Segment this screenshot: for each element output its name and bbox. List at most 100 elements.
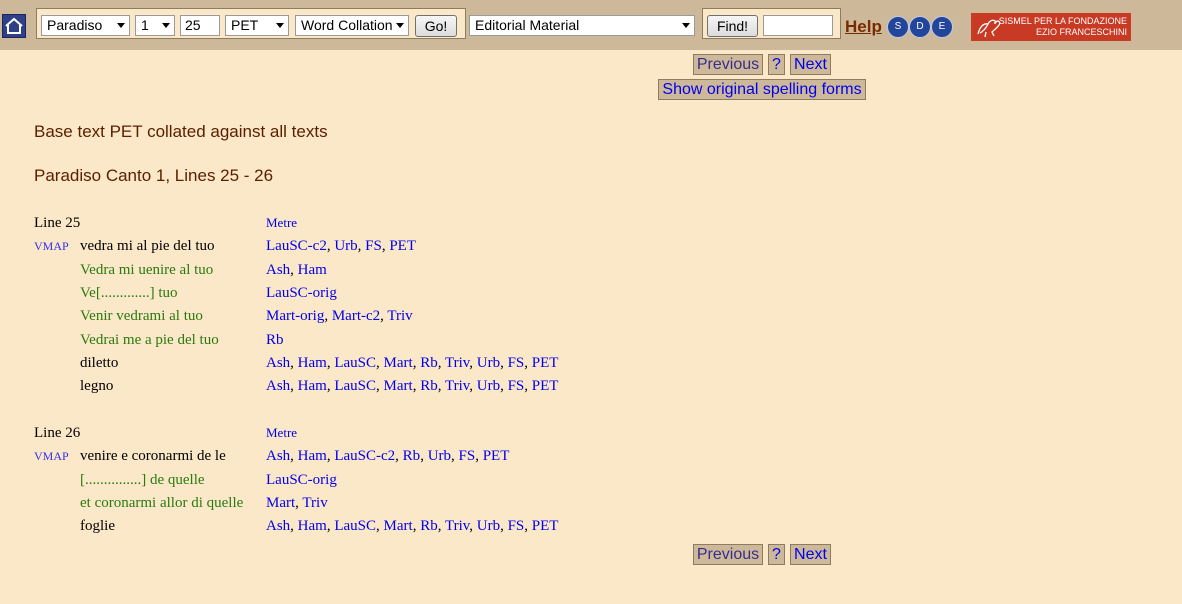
witness-separator: , <box>324 308 332 325</box>
witness-link[interactable]: LauSC <box>334 378 376 394</box>
witness-link[interactable]: Rb <box>420 518 438 534</box>
witness-link[interactable]: PET <box>483 448 510 464</box>
witness-link[interactable]: Rb <box>420 378 438 394</box>
witness-list: LauSC-orig <box>266 469 337 491</box>
canto-select[interactable]: 1 <box>135 15 175 36</box>
witness-link[interactable]: FS <box>459 448 476 464</box>
witness-separator: , <box>524 354 532 371</box>
witness-link[interactable]: Rb <box>420 355 438 371</box>
witness-separator: , <box>376 378 384 395</box>
witness-separator: , <box>437 518 445 535</box>
witness-link[interactable]: Ham <box>298 378 327 394</box>
witness-link[interactable]: FS <box>508 355 525 371</box>
vmap-link[interactable]: VMAP <box>34 445 69 467</box>
logo-text-line-2: EZIO FRANCESCHINI <box>1035 27 1127 37</box>
help-question-button-top[interactable]: ? <box>768 54 785 75</box>
witness-link[interactable]: Triv <box>302 495 327 511</box>
chevron-down-icon <box>276 23 284 28</box>
witness-link[interactable]: Mart-orig <box>266 308 324 324</box>
witness-link[interactable]: Urb <box>334 238 357 254</box>
witness-link[interactable]: PET <box>532 518 559 534</box>
witness-link[interactable]: Urb <box>477 378 500 394</box>
sde-e-button[interactable]: E <box>931 16 953 38</box>
base-text-select[interactable]: PET <box>225 15 289 36</box>
witness-link[interactable]: Ash <box>266 378 290 394</box>
witness-link[interactable]: Ash <box>266 262 290 278</box>
witness-link[interactable]: Ash <box>266 448 290 464</box>
witness-link[interactable]: LauSC-c2 <box>266 238 327 254</box>
show-original-spelling-button[interactable]: Show original spelling forms <box>658 79 866 100</box>
witness-separator: , <box>290 261 298 278</box>
witness-separator: , <box>500 518 508 535</box>
witness-separator: , <box>500 378 508 395</box>
witness-link[interactable]: Triv <box>445 518 469 534</box>
go-button[interactable]: Go! <box>415 15 457 37</box>
witness-link[interactable]: LauSC <box>334 355 376 371</box>
canto-select-value: 1 <box>141 17 149 33</box>
witness-link[interactable]: LauSC-c2 <box>334 448 395 464</box>
witness-list: Mart, Triv <box>266 492 328 514</box>
witness-link[interactable]: PET <box>532 378 559 394</box>
witness-link[interactable]: Urb <box>477 518 500 534</box>
witness-link[interactable]: Ash <box>266 518 290 534</box>
witness-link[interactable]: Mart-c2 <box>332 308 380 324</box>
logo-text-line-1: SISMEL PER LA FONDAZIONE <box>998 16 1127 26</box>
metre-link[interactable]: Metre <box>266 212 297 234</box>
witness-link[interactable]: Triv <box>445 355 469 371</box>
metre-link[interactable]: Metre <box>266 422 297 444</box>
line-label: Line 25 <box>34 215 81 231</box>
witness-link[interactable]: Urb <box>477 355 500 371</box>
witness-link[interactable]: LauSC-orig <box>266 285 337 301</box>
previous-button-bottom[interactable]: Previous <box>693 544 763 565</box>
chevron-down-icon <box>396 23 404 28</box>
witness-link[interactable]: PET <box>532 355 559 371</box>
home-icon <box>5 17 23 34</box>
line-input[interactable]: 25 <box>180 15 220 36</box>
witness-separator: , <box>290 448 298 465</box>
book-select[interactable]: Paradiso <box>41 15 130 36</box>
help-question-button-bottom[interactable]: ? <box>768 544 785 565</box>
find-button[interactable]: Find! <box>707 15 758 37</box>
sde-s-button[interactable]: S <box>887 16 909 38</box>
witness-link[interactable]: Ham <box>298 448 327 464</box>
witness-link[interactable]: Rb <box>266 332 284 348</box>
logo-text: SISMEL PER LA FONDAZIONE EZIO FRANCESCHI… <box>999 16 1127 38</box>
witness-link[interactable]: Triv <box>445 378 469 394</box>
witness-link[interactable]: Ham <box>298 262 327 278</box>
previous-button-top[interactable]: Previous <box>693 54 763 75</box>
witness-link[interactable]: Rb <box>403 448 421 464</box>
witness-link[interactable]: Triv <box>387 308 412 324</box>
witness-separator: , <box>395 448 403 465</box>
variant-reading: [...............] de quelle <box>80 471 205 488</box>
vmap-link[interactable]: VMAP <box>34 235 69 257</box>
help-link[interactable]: Help <box>845 17 882 37</box>
witness-link[interactable]: Ash <box>266 355 290 371</box>
material-select[interactable]: Editorial Material <box>469 15 695 36</box>
witness-link[interactable]: LauSC-orig <box>266 472 337 488</box>
witness-link[interactable]: Ham <box>298 355 327 371</box>
sde-d-button[interactable]: D <box>909 16 931 38</box>
witness-link[interactable]: LauSC <box>334 518 376 534</box>
witness-link[interactable]: Ham <box>298 518 327 534</box>
home-button[interactable] <box>2 14 26 38</box>
witness-link[interactable]: FS <box>508 518 525 534</box>
witness-link[interactable]: Urb <box>428 448 451 464</box>
witness-link[interactable]: Mart <box>266 495 295 511</box>
find-input[interactable] <box>763 15 833 36</box>
view-select[interactable]: Word Collation <box>295 15 409 36</box>
witness-link[interactable]: Mart <box>384 378 413 394</box>
witness-link[interactable]: Mart <box>384 518 413 534</box>
witness-link[interactable]: FS <box>365 238 382 254</box>
chevron-down-icon <box>117 23 125 28</box>
next-button-top[interactable]: Next <box>790 54 831 75</box>
witness-separator: , <box>290 378 298 395</box>
witness-link[interactable]: Mart <box>384 355 413 371</box>
witness-link[interactable]: FS <box>508 378 525 394</box>
variant-reading: Vedrai me a pie del tuo <box>80 331 219 348</box>
find-panel: Find! <box>702 8 841 39</box>
witness-separator: , <box>437 378 445 395</box>
next-button-bottom[interactable]: Next <box>790 544 831 565</box>
sismel-logo[interactable]: SISMEL PER LA FONDAZIONE EZIO FRANCESCHI… <box>971 13 1131 41</box>
witness-link[interactable]: PET <box>389 238 416 254</box>
witness-separator: , <box>500 354 508 371</box>
